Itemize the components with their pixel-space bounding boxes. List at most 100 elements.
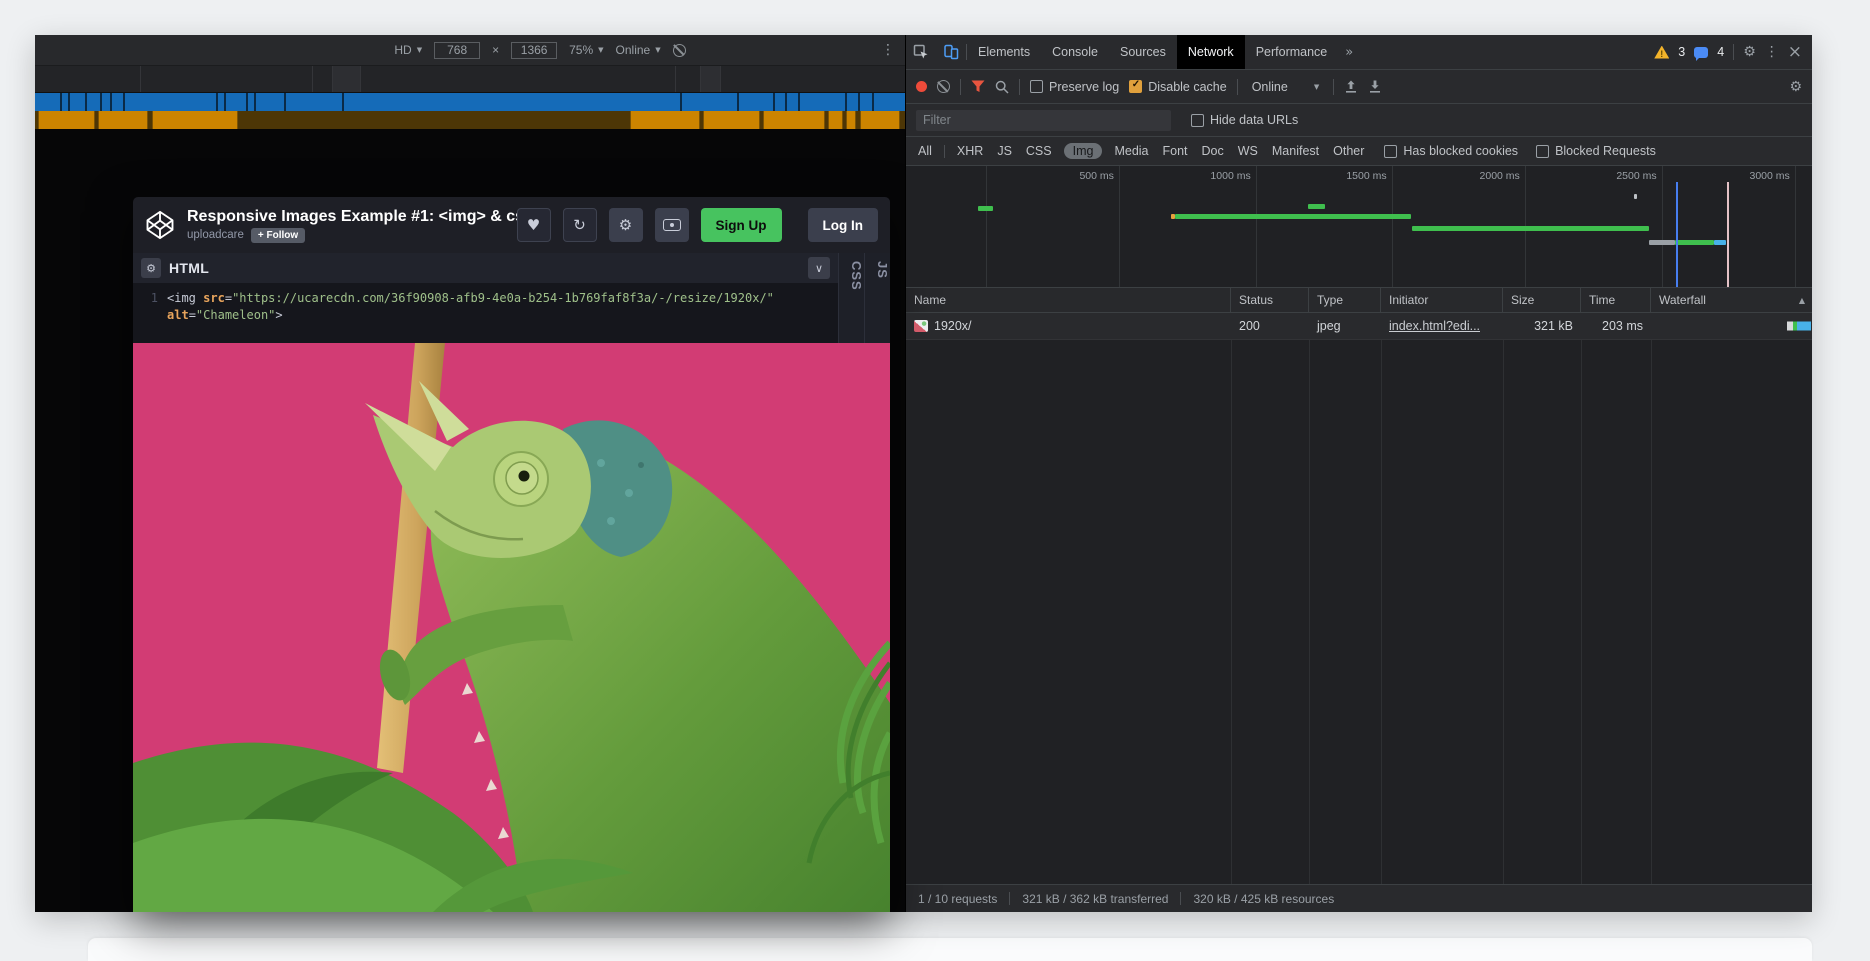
toggle-device-toolbar-button[interactable] bbox=[936, 35, 966, 69]
column-header-size[interactable]: Size bbox=[1503, 288, 1581, 312]
blocked-requests-checkbox[interactable] bbox=[1536, 145, 1549, 158]
filter-chip-js[interactable]: JS bbox=[995, 143, 1014, 159]
filter-chip-media[interactable]: Media bbox=[1112, 143, 1150, 159]
waterfall-header-label: Waterfall bbox=[1659, 293, 1706, 307]
collapsed-js-tab[interactable]: JS bbox=[864, 253, 890, 343]
record-icon[interactable] bbox=[916, 81, 927, 92]
column-divider[interactable] bbox=[1581, 313, 1582, 884]
network-status-bar: 1 / 10 requests 321 kB / 362 kB transfer… bbox=[906, 884, 1812, 912]
request-type-filters: All XHR JS CSS Img Media Font Doc WS Man… bbox=[906, 137, 1812, 166]
log-in-button[interactable]: Log In bbox=[808, 208, 879, 242]
editor-settings-button[interactable]: ⚙ bbox=[141, 258, 161, 278]
filter-funnel-icon[interactable] bbox=[971, 80, 985, 93]
sign-up-button[interactable]: Sign Up bbox=[701, 208, 782, 242]
filter-chip-font[interactable]: Font bbox=[1161, 143, 1190, 159]
disable-cache-checkbox[interactable] bbox=[1129, 80, 1142, 93]
rotate-disabled-icon[interactable] bbox=[673, 44, 686, 57]
initiator-link[interactable]: index.html?edi... bbox=[1389, 319, 1480, 333]
inspect-element-button[interactable] bbox=[906, 35, 936, 69]
blocked-requests-option[interactable]: Blocked Requests bbox=[1536, 144, 1656, 158]
change-view-button[interactable] bbox=[655, 208, 689, 242]
request-size-cell: 321 kB bbox=[1503, 313, 1581, 339]
table-row[interactable]: 1920x/ 200 jpeg index.html?edi... 321 kB… bbox=[906, 313, 1812, 340]
device-select-value: HD bbox=[394, 43, 411, 57]
has-blocked-cookies-option[interactable]: Has blocked cookies bbox=[1384, 144, 1518, 158]
media-query-separator bbox=[68, 93, 70, 111]
preserve-log-checkbox[interactable] bbox=[1030, 80, 1043, 93]
search-icon[interactable] bbox=[995, 80, 1009, 94]
tab-sources[interactable]: Sources bbox=[1109, 35, 1177, 69]
emulated-viewport: Responsive Images Example #1: <img> & cs… bbox=[35, 129, 905, 912]
filter-chip-ws[interactable]: WS bbox=[1236, 143, 1260, 159]
request-name-cell[interactable]: 1920x/ bbox=[906, 313, 1231, 339]
overview-graph[interactable]: 500 ms1000 ms1500 ms2000 ms2500 ms3000 m… bbox=[906, 166, 1812, 288]
follow-button[interactable]: + Follow bbox=[251, 228, 305, 243]
hide-data-urls-checkbox[interactable] bbox=[1191, 114, 1204, 127]
has-blocked-cookies-checkbox[interactable] bbox=[1384, 145, 1397, 158]
more-tabs-button[interactable]: » bbox=[1338, 45, 1360, 60]
rerun-button[interactable]: ↻ bbox=[563, 208, 597, 242]
device-toolbar-kebab-menu-icon[interactable]: ⋮ bbox=[881, 35, 895, 65]
preserve-log-option[interactable]: Preserve log bbox=[1030, 80, 1119, 94]
overview-event-line bbox=[1727, 182, 1729, 287]
devtools-kebab-menu-icon[interactable]: ⋮ bbox=[1765, 44, 1779, 60]
column-divider[interactable] bbox=[1503, 313, 1504, 884]
column-header-waterfall[interactable]: Waterfall ▲ bbox=[1651, 288, 1812, 312]
disable-cache-option[interactable]: Disable cache bbox=[1129, 80, 1227, 94]
divider bbox=[1333, 79, 1334, 95]
column-divider[interactable] bbox=[1651, 313, 1652, 884]
column-divider[interactable] bbox=[1381, 313, 1382, 884]
column-header-initiator[interactable]: Initiator bbox=[1381, 288, 1503, 312]
overview-gridline bbox=[986, 166, 987, 287]
media-query-segment bbox=[38, 111, 95, 129]
media-query-bar-orange[interactable] bbox=[35, 111, 905, 129]
device-select[interactable]: HD ▼ bbox=[394, 43, 422, 57]
pen-author[interactable]: uploadcare bbox=[187, 229, 244, 241]
device-height-input[interactable] bbox=[511, 42, 557, 59]
filter-chip-all[interactable]: All bbox=[916, 143, 934, 159]
filter-input[interactable] bbox=[916, 110, 1171, 131]
throttling-select[interactable]: Online ▼ bbox=[616, 43, 661, 57]
love-button[interactable]: ♥ bbox=[517, 208, 551, 242]
message-icon[interactable] bbox=[1694, 47, 1708, 58]
codepen-logo-icon bbox=[145, 210, 175, 240]
tab-performance[interactable]: Performance bbox=[1245, 35, 1339, 69]
filter-chip-other[interactable]: Other bbox=[1331, 143, 1366, 159]
code-area[interactable]: 1 <img src="https://ucarecdn.com/36f9090… bbox=[133, 283, 838, 343]
column-header-status[interactable]: Status bbox=[1231, 288, 1309, 312]
filter-chip-doc[interactable]: Doc bbox=[1200, 143, 1226, 159]
column-header-time[interactable]: Time bbox=[1581, 288, 1651, 312]
filter-chip-manifest[interactable]: Manifest bbox=[1270, 143, 1321, 159]
filter-chip-css[interactable]: CSS bbox=[1024, 143, 1054, 159]
tab-network[interactable]: Network bbox=[1177, 35, 1245, 69]
collapse-editor-button[interactable]: ∨ bbox=[808, 257, 830, 279]
request-waterfall-cell bbox=[1651, 313, 1812, 339]
tab-console[interactable]: Console bbox=[1041, 35, 1109, 69]
network-settings-gear-icon[interactable]: ⚙ bbox=[1789, 79, 1802, 95]
hide-data-urls-option[interactable]: Hide data URLs bbox=[1191, 113, 1298, 127]
column-header-name[interactable]: Name bbox=[906, 288, 1231, 312]
filter-chip-xhr[interactable]: XHR bbox=[955, 143, 985, 159]
zoom-select[interactable]: 75% ▼ bbox=[569, 43, 603, 57]
close-icon[interactable]: × bbox=[1788, 42, 1802, 62]
filter-chip-img[interactable]: Img bbox=[1064, 143, 1103, 159]
import-har-icon[interactable] bbox=[1344, 80, 1358, 94]
pen-settings-button[interactable]: ⚙ bbox=[609, 208, 643, 242]
column-divider[interactable] bbox=[1231, 313, 1232, 884]
throttling-select-value: Online bbox=[616, 43, 651, 57]
column-header-type[interactable]: Type bbox=[1309, 288, 1381, 312]
clear-icon[interactable] bbox=[937, 80, 950, 93]
warning-count: 3 bbox=[1678, 45, 1685, 59]
media-query-bar-blue[interactable] bbox=[35, 93, 905, 111]
warning-icon[interactable] bbox=[1654, 46, 1669, 59]
disable-cache-label: Disable cache bbox=[1148, 80, 1227, 94]
device-width-input[interactable] bbox=[434, 42, 480, 59]
collapsed-css-tab[interactable]: CSS bbox=[838, 253, 864, 343]
html-editor-bar: ⚙ HTML ∨ bbox=[133, 253, 838, 283]
tab-elements[interactable]: Elements bbox=[967, 35, 1041, 69]
column-divider[interactable] bbox=[1309, 313, 1310, 884]
network-throttling-select[interactable]: Online ▼ bbox=[1248, 80, 1324, 94]
export-har-icon[interactable] bbox=[1368, 80, 1382, 94]
devtools-settings-gear-icon[interactable]: ⚙ bbox=[1743, 44, 1756, 60]
page-bottom-card bbox=[88, 938, 1812, 961]
